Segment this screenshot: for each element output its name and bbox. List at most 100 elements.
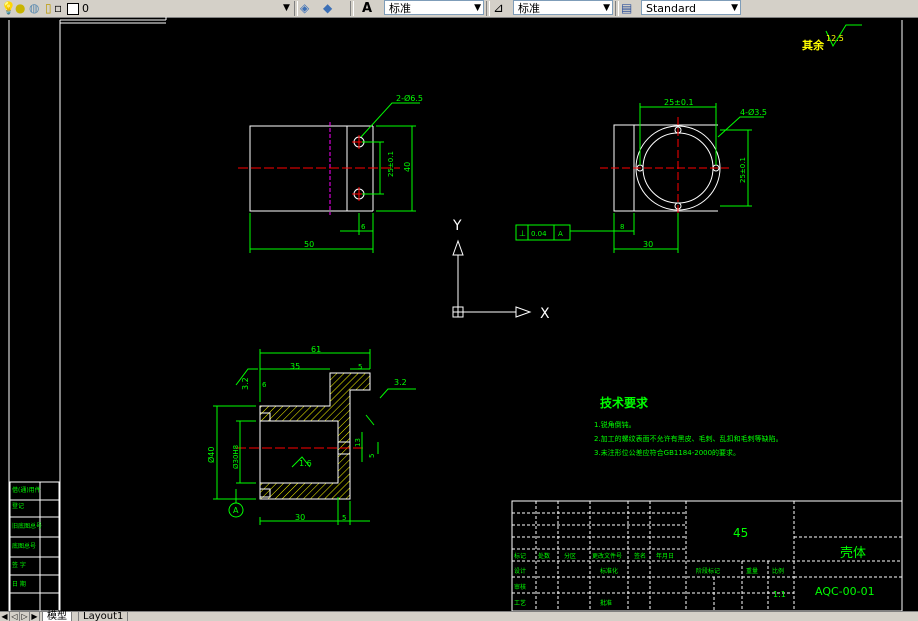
tech-item: 3.未注形位公差应符合GB1184-2000的要求。 — [594, 448, 740, 457]
datum-label: A — [233, 506, 239, 515]
properties-toolbar: 💡 ● ◍ ▯ ▫ 0 ▼ ◈ ◆ A 标准 ▼ ⊿ 标准 ▼ ▤ Standa… — [0, 0, 918, 18]
dim-style-value: 标准 — [518, 2, 540, 15]
material: 45 — [733, 526, 748, 540]
title-label: 标记 — [514, 552, 526, 560]
layer-color-box — [67, 3, 79, 15]
drawing-canvas[interactable]: 借(通)用件 登记 旧底图总号 底图总号 签 字 日 期 其余 12.5 2-Ø… — [0, 17, 918, 612]
surface-finish-label: 其余 — [802, 38, 825, 52]
tab-layout1[interactable]: Layout1 — [78, 612, 129, 621]
section-step-dim: 6 — [262, 381, 267, 389]
dim-style-select[interactable]: 标准 ▼ — [513, 0, 613, 15]
title-label: 更改文件号 — [592, 552, 622, 560]
title-label: 签名 — [634, 552, 646, 560]
sun-icon[interactable]: ● — [15, 0, 25, 17]
title-label: 分区 — [564, 552, 576, 560]
dim-style-icon[interactable]: ⊿ — [493, 0, 504, 17]
make-layer-current-icon[interactable]: ◈ — [300, 0, 309, 17]
section-bottom-right: 5 — [342, 514, 346, 522]
freeze-viewport-icon[interactable]: ◍ — [29, 0, 39, 17]
cad-application: 💡 ● ◍ ▯ ▫ 0 ▼ ◈ ◆ A 标准 ▼ ⊿ 标准 ▼ ▤ Standa… — [0, 0, 918, 621]
table-style-select[interactable]: Standard ▼ — [641, 0, 741, 15]
toolbar-separator — [350, 1, 354, 16]
left-block-label: 借(通)用件 — [12, 486, 41, 494]
chevron-down-icon: ▼ — [474, 3, 481, 13]
text-style-icon[interactable]: A — [362, 0, 372, 17]
section-top-dim: 61 — [311, 345, 321, 354]
ucs-icon — [452, 239, 532, 318]
roughness-left: 3.2 — [241, 377, 250, 390]
toolbar-separator — [615, 1, 619, 16]
prev-tab-icon[interactable]: ◁ — [10, 612, 20, 621]
part-name: 壳体 — [840, 546, 866, 561]
left-block-label: 登记 — [12, 502, 24, 510]
last-tab-icon[interactable]: ▶ — [30, 612, 40, 621]
layer-dropdown-arrow-icon[interactable]: ▼ — [283, 0, 290, 17]
bore-inner-dim: Ø30H8 — [232, 445, 240, 469]
drawing-number: AQC-00-01 — [815, 585, 875, 598]
table-style-value: Standard — [646, 2, 697, 15]
left-block-label: 日 期 — [12, 580, 26, 588]
left-register-block: 借(通)用件 登记 旧底图总号 底图总号 签 字 日 期 — [9, 481, 60, 612]
side-tol: 13 — [354, 438, 362, 447]
toolbar-separator — [294, 1, 298, 16]
datum-ref: A — [558, 230, 563, 238]
title-label: 阶段标记 — [696, 567, 720, 575]
title-label: 标准化 — [600, 567, 618, 575]
tech-item: 1.锐角倒钝。 — [594, 420, 636, 429]
toolbar-separator — [486, 1, 490, 16]
sheet-border — [8, 17, 903, 611]
next-tab-icon[interactable]: ▷ — [20, 612, 30, 621]
top-left-view: 2-Ø6.5 50 40 25±0.1 6 — [238, 93, 423, 253]
layer-color-swatch: ▫ — [54, 1, 63, 15]
roughness-right: 3.2 — [394, 378, 407, 387]
side-dim: 25±0.1 — [739, 157, 747, 183]
left-block-label: 签 字 — [12, 561, 26, 569]
roughness-other-value: 12.5 — [826, 34, 844, 43]
title-label: 设计 — [514, 567, 526, 575]
small-dim: 6 — [361, 223, 366, 231]
perpendicularity-symbol: ⊥ — [519, 229, 526, 238]
chevron-down-icon: ▼ — [603, 3, 610, 13]
drawing-svg[interactable]: 借(通)用件 登记 旧底图总号 底图总号 签 字 日 期 其余 12.5 2-Ø… — [0, 17, 918, 612]
top-dim: 25±0.1 — [664, 98, 694, 107]
title-label: 审核 — [514, 583, 526, 591]
title-block: 45 壳体 AQC-00-01 1:1 标记 处数 分区 更改文件号 签名 年月… — [511, 500, 903, 612]
height-dim: 40 — [403, 162, 412, 172]
first-tab-icon[interactable]: ◀ — [0, 612, 10, 621]
title-label: 年月日 — [656, 552, 674, 560]
top-right-view: 25±0.1 4-Ø3.5 25±0.1 30 8 ⊥ 0.04 A — [515, 98, 767, 253]
surface-finish-other: 其余 12.5 — [802, 24, 862, 52]
layer-previous-icon[interactable]: ◆ — [323, 0, 332, 17]
text-style-select[interactable]: 标准 ▼ — [384, 0, 484, 15]
title-label: 批准 — [600, 599, 612, 607]
width-dim: 50 — [304, 240, 314, 249]
chevron-down-icon: ▼ — [731, 3, 738, 13]
layer-name: 0 — [82, 2, 89, 15]
section-view: 61 35 5 3.2 3.2 6 Ø40 Ø30H8 1.6 5 13 30 … — [206, 345, 416, 525]
table-style-icon[interactable]: ▤ — [621, 0, 632, 17]
bottom-dim: 30 — [643, 240, 653, 249]
lightbulb-icon[interactable]: 💡 — [1, 0, 16, 17]
bore-outer-dim: Ø40 — [206, 447, 216, 463]
offset-dim: 8 — [620, 223, 624, 231]
title-label: 工艺 — [514, 599, 526, 607]
technical-requirements: 技术要求 1.锐角倒钝。 2.加工的螺纹表面不允许有黑皮、毛刺、乱扣和毛刺等缺陷… — [594, 395, 783, 457]
section-flange-dim: 5 — [358, 363, 362, 371]
tab-model[interactable]: 模型 — [42, 612, 72, 621]
left-block-label: 底图总号 — [12, 542, 36, 550]
ucs-x-label: X — [540, 306, 550, 322]
roughness-bore: 1.6 — [299, 459, 312, 468]
tol-dim: 25±0.1 — [387, 151, 395, 177]
slot-dim: 5 — [368, 454, 376, 458]
title-label: 比例 — [772, 567, 784, 575]
title-label: 重量 — [746, 567, 758, 575]
tech-title: 技术要求 — [600, 395, 649, 410]
tolerance-value: 0.04 — [531, 230, 547, 238]
title-label: 处数 — [538, 552, 550, 560]
left-block-label: 旧底图总号 — [12, 522, 42, 530]
scale-value: 1:1 — [773, 590, 786, 599]
lock-icon[interactable]: ▯ — [45, 0, 52, 17]
tech-item: 2.加工的螺纹表面不允许有黑皮、毛刺、乱扣和毛刺等缺陷。 — [594, 434, 783, 443]
hole-note: 2-Ø6.5 — [396, 93, 423, 103]
section-left-dim: 35 — [290, 362, 300, 371]
